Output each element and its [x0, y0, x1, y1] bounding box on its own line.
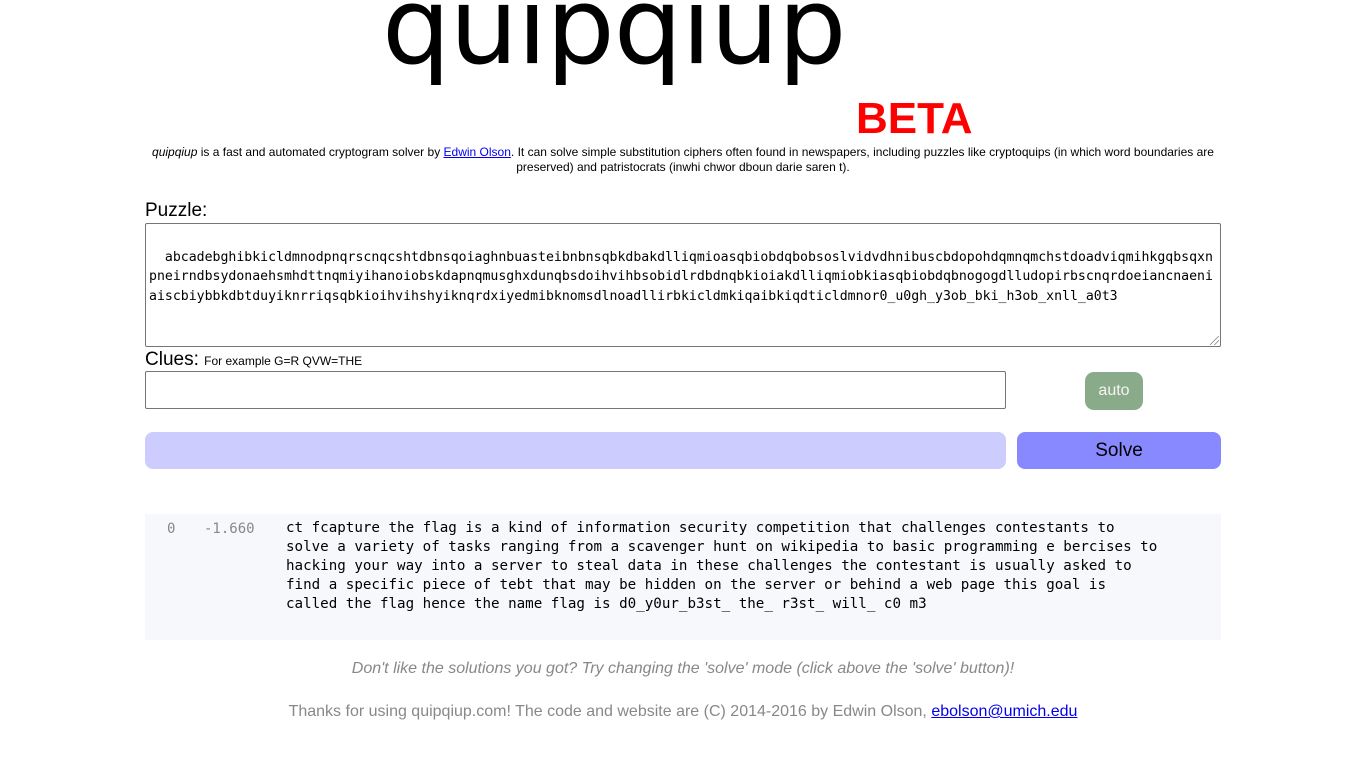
author-link[interactable]: Edwin Olson: [444, 145, 511, 159]
clues-hint: For example G=R QVW=THE: [204, 354, 363, 368]
site-logo: quipqiup BETA: [382, 0, 982, 143]
solve-progress-bar: [145, 432, 1006, 469]
clues-input[interactable]: [145, 371, 1006, 409]
logo-wordmark: quipqiup: [382, 0, 847, 88]
footer: Thanks for using quipqiup.com! The code …: [0, 703, 1366, 721]
puzzle-label: Puzzle:: [145, 200, 208, 221]
result-rank: 0: [167, 521, 176, 537]
resize-grip-icon[interactable]: [1210, 336, 1219, 345]
auto-mode-button[interactable]: auto: [1085, 372, 1143, 410]
footer-text: Thanks for using quipqiup.com! The code …: [288, 703, 932, 720]
author-email-link[interactable]: ebolson@umich.edu: [931, 703, 1077, 720]
result-score: -1.660: [204, 521, 255, 537]
intro-app-name: quipqiup: [152, 145, 198, 159]
intro-description: quipqiup is a fast and automated cryptog…: [150, 145, 1216, 175]
clues-label-text: Clues:: [145, 349, 205, 370]
intro-text-a: is a fast and automated cryptogram solve…: [197, 145, 444, 159]
solve-button[interactable]: Solve: [1017, 432, 1221, 469]
beta-badge: BETA: [856, 94, 973, 143]
results-panel: 0 -1.660 ct fcapture the flag is a kind …: [145, 514, 1221, 640]
result-solution-text: ct fcapture the flag is a kind of inform…: [286, 520, 1158, 612]
intro-text-b: . It can solve simple substitution ciphe…: [510, 145, 1214, 174]
puzzle-text: abcadebghibkicldmnodpnqrscnqcshtdbnsqoia…: [149, 249, 1213, 304]
puzzle-textarea[interactable]: abcadebghibkicldmnodpnqrscnqcshtdbnsqoia…: [145, 223, 1221, 347]
solve-mode-tip: Don't like the solutions you got? Try ch…: [351, 660, 1015, 677]
clues-label: Clues: For example G=R QVW=THE: [145, 349, 362, 372]
